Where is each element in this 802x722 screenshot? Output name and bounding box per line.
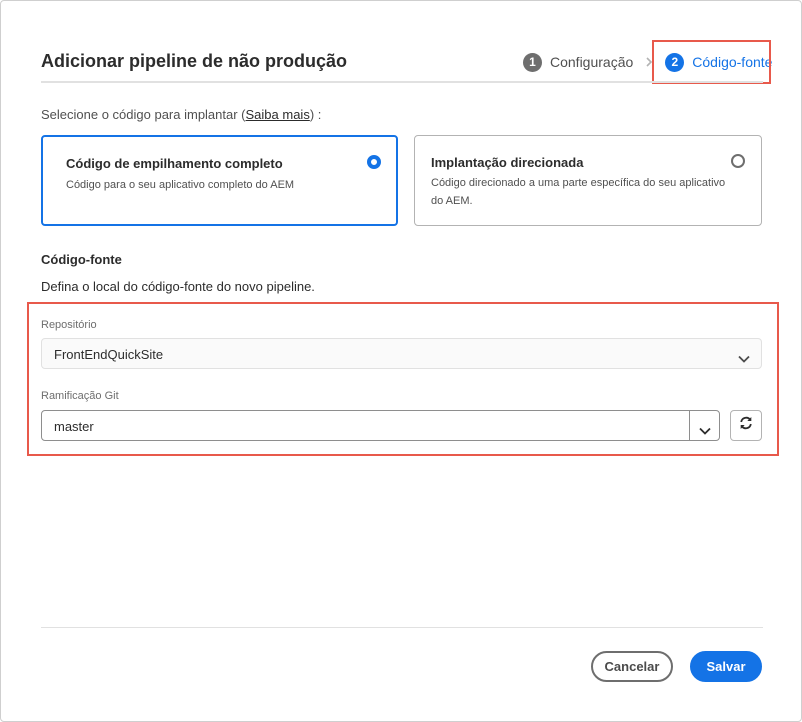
combobox-divider	[689, 411, 690, 440]
add-pipeline-dialog: Adicionar pipeline de não produção 1 Con…	[0, 0, 802, 722]
option-description: Código para o seu aplicativo completo do…	[66, 179, 295, 191]
option-card-targeted[interactable]: Implantação direcionada Código direciona…	[414, 135, 762, 226]
option-title: Implantação direcionada	[431, 155, 584, 170]
repository-label: Repositório	[41, 319, 97, 331]
chevron-down-icon[interactable]	[699, 422, 711, 440]
dialog-title: Adicionar pipeline de não produção	[41, 51, 348, 71]
refresh-branches-button[interactable]	[730, 410, 762, 441]
step-1-label[interactable]: Configuração	[550, 54, 633, 70]
refresh-icon	[739, 416, 753, 435]
deploy-prompt-text: Selecione o código para implantar (	[41, 107, 246, 122]
branch-value[interactable]: master	[54, 419, 94, 434]
repository-select[interactable]: FrontEndQuickSite	[41, 338, 762, 369]
deploy-prompt-suffix: ) :	[309, 107, 322, 122]
radio-unselected-icon[interactable]	[731, 154, 745, 168]
branch-label: Ramificação Git	[41, 390, 119, 402]
repository-value: FrontEndQuickSite	[54, 347, 164, 362]
highlight-box-step	[652, 40, 771, 84]
chevron-down-icon[interactable]	[738, 350, 750, 368]
source-section-description: Defina o local do código-fonte do novo p…	[41, 279, 315, 294]
save-button[interactable]: Salvar	[690, 651, 762, 682]
step-1-number[interactable]: 1	[523, 52, 542, 72]
deploy-prompt: Selecione o código para implantar (Saiba…	[41, 107, 321, 122]
radio-selected-icon[interactable]	[367, 155, 381, 169]
option-card-full-stack[interactable]: Código de empilhamento completo Código p…	[41, 135, 398, 226]
cancel-button[interactable]: Cancelar	[591, 651, 673, 682]
footer-divider	[41, 627, 763, 628]
option-description: Código direcionado a uma parte específic…	[431, 177, 726, 207]
branch-combobox[interactable]: master	[41, 410, 720, 441]
header-divider	[41, 81, 763, 83]
learn-more-link[interactable]: Saiba mais	[246, 107, 310, 122]
source-section-title: Código-fonte	[41, 252, 122, 267]
option-title: Código de empilhamento completo	[66, 156, 283, 171]
